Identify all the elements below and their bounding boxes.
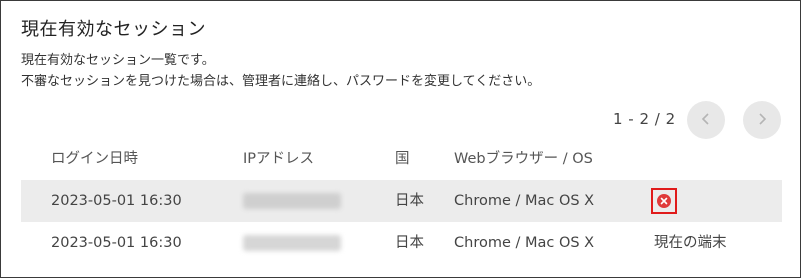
column-header-country: 国 [395, 151, 410, 167]
country-cell: 日本 [395, 235, 424, 251]
chevron-left-icon [700, 112, 712, 128]
ip-address-cell [243, 180, 341, 222]
close-circle-icon [657, 194, 671, 208]
login-datetime-cell: 2023-05-01 16:30 [51, 193, 182, 209]
current-device-label: 現在の端末 [654, 235, 727, 251]
browser-os-cell: Chrome / Mac OS X [454, 235, 595, 251]
section-title: 現在有効なセッション [21, 19, 206, 40]
table-header-row: ログイン日時 IPアドレス 国 Webブラウザー / OS [21, 138, 782, 180]
redacted-ip-address [243, 235, 341, 251]
ip-address-cell [243, 222, 341, 264]
column-header-login-datetime: ログイン日時 [51, 151, 138, 167]
country-cell: 日本 [395, 193, 424, 209]
column-header-ip-address: IPアドレス [243, 151, 315, 167]
section-description-line1: 現在有効なセッション一覧です。 [21, 53, 215, 68]
chevron-right-icon [756, 112, 768, 128]
pagination-range: 1 - 2 / 2 [613, 110, 676, 128]
pagination-prev-button[interactable] [687, 101, 725, 139]
revoke-session-button[interactable] [651, 188, 677, 214]
table-row: 2023-05-01 16:30 日本 Chrome / Mac OS X 現在… [21, 222, 782, 264]
column-header-browser-os: Webブラウザー / OS [454, 151, 593, 167]
redacted-ip-address [243, 193, 341, 209]
active-sessions-panel: 現在有効なセッション 現在有効なセッション一覧です。 不審なセッションを見つけた… [0, 0, 801, 278]
section-description-line2: 不審なセッションを見つけた場合は、管理者に連絡し、パスワードを変更してください。 [21, 74, 541, 89]
browser-os-cell: Chrome / Mac OS X [454, 193, 595, 209]
table-row: 2023-05-01 16:30 日本 Chrome / Mac OS X [21, 180, 782, 222]
login-datetime-cell: 2023-05-01 16:30 [51, 235, 182, 251]
pagination-next-button[interactable] [743, 101, 781, 139]
